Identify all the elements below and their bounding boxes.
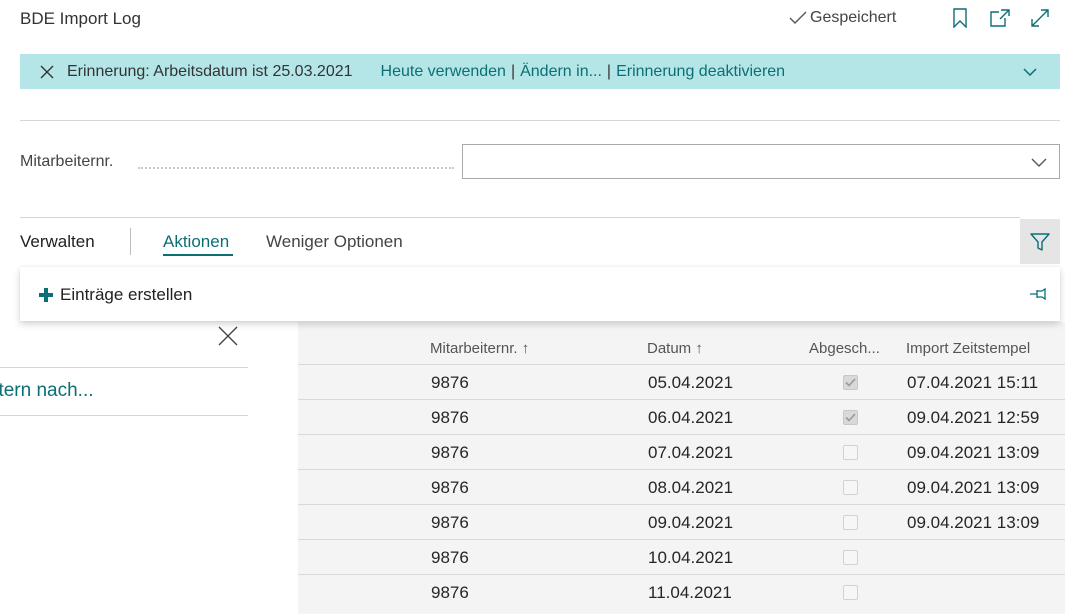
column-header-abgeschlossen[interactable]: Abgesch... <box>809 340 880 357</box>
completed-checkbox[interactable] <box>843 375 858 390</box>
cell-mitarbeiternr: 9876 <box>431 513 469 532</box>
filter-icon[interactable] <box>1020 219 1060 264</box>
table-row[interactable]: 9876 08.04.2021 09.04.2021 13:09 <box>298 469 1065 504</box>
table-row[interactable]: 9876 10.04.2021 <box>298 539 1065 574</box>
cell-mitarbeiternr: 9876 <box>431 583 469 602</box>
create-entries-label: Einträge erstellen <box>60 285 193 304</box>
tab-manage[interactable]: Verwalten <box>20 232 95 252</box>
close-filter-pane-icon[interactable] <box>214 322 242 350</box>
page-title: BDE Import Log <box>20 9 141 28</box>
close-icon[interactable] <box>35 60 59 84</box>
sort-ascending-icon: ↑ <box>521 340 530 357</box>
import-log-grid: Mitarbeiternr. ↑ Datum ↑ Abgesch... Impo… <box>298 322 1065 614</box>
cell-mitarbeiternr: 9876 <box>431 373 469 392</box>
cell-mitarbeiternr: 9876 <box>431 408 469 427</box>
cell-datum: 07.04.2021 <box>648 443 734 462</box>
expand-icon[interactable] <box>1028 6 1052 30</box>
plus-icon <box>39 288 53 302</box>
create-entries-action[interactable]: Einträge erstellen <box>38 285 192 305</box>
table-row[interactable]: 9876 07.04.2021 09.04.2021 13:09 <box>298 434 1065 469</box>
cell-datum: 11.04.2021 <box>648 583 732 602</box>
label-leader-dots <box>138 167 454 169</box>
column-header-mitarbeiternr[interactable]: Mitarbeiternr. ↑ <box>430 340 529 357</box>
fewer-options-button[interactable]: Weniger Optionen <box>266 232 403 252</box>
table-row[interactable]: 9876 09.04.2021 09.04.2021 13:09 <box>298 504 1065 539</box>
link-separator: | <box>510 62 516 80</box>
divider <box>20 120 1060 121</box>
cell-datum: 08.04.2021 <box>648 478 734 497</box>
disable-reminder-link[interactable]: Erinnerung deaktivieren <box>616 63 785 81</box>
cell-import-zeitstempel: 09.04.2021 12:59 <box>907 408 1040 427</box>
cell-mitarbeiternr: 9876 <box>431 548 469 567</box>
table-row[interactable]: 9876 11.04.2021 <box>298 574 1065 609</box>
cell-datum: 09.04.2021 <box>648 513 734 532</box>
chevron-down-icon <box>1027 150 1051 174</box>
open-new-window-icon[interactable] <box>988 6 1012 30</box>
cell-mitarbeiternr: 9876 <box>431 443 469 462</box>
use-today-link[interactable]: Heute verwenden <box>381 63 506 81</box>
column-header-label: Datum <box>647 340 692 357</box>
completed-checkbox[interactable] <box>843 515 858 530</box>
divider <box>0 367 248 368</box>
cell-mitarbeiternr: 9876 <box>431 478 469 497</box>
completed-checkbox[interactable] <box>843 585 858 600</box>
tab-actions[interactable]: Aktionen <box>163 232 229 252</box>
cell-datum: 05.04.2021 <box>648 373 734 392</box>
table-row[interactable]: 9876 06.04.2021 09.04.2021 12:59 <box>298 399 1065 434</box>
filter-by-link[interactable]: iltern nach... <box>0 380 94 402</box>
active-tab-indicator <box>163 254 233 256</box>
cell-import-zeitstempel: 09.04.2021 13:09 <box>907 443 1040 462</box>
action-separator <box>130 228 131 255</box>
divider <box>0 415 248 416</box>
bookmark-icon[interactable] <box>948 6 972 30</box>
pin-icon[interactable] <box>1028 283 1052 305</box>
checkmark-icon <box>789 11 807 24</box>
column-header-datum[interactable]: Datum ↑ <box>647 340 703 357</box>
reminder-banner: Erinnerung: Arbeitsdatum ist 25.03.2021 … <box>20 54 1060 89</box>
completed-checkbox[interactable] <box>843 550 858 565</box>
divider <box>20 217 1020 218</box>
saved-label: Gespeichert <box>810 9 897 26</box>
change-to-link[interactable]: Ändern in... <box>520 63 602 81</box>
employee-number-select[interactable] <box>462 144 1060 179</box>
completed-checkbox[interactable] <box>843 445 858 460</box>
cell-datum: 06.04.2021 <box>648 408 734 427</box>
cell-import-zeitstempel: 09.04.2021 13:09 <box>907 478 1040 497</box>
sort-ascending-icon: ↑ <box>695 340 703 357</box>
cell-import-zeitstempel: 07.04.2021 15:11 <box>907 373 1039 392</box>
saved-status: Gespeichert <box>789 9 896 27</box>
employee-number-label: Mitarbeiternr. <box>20 153 114 170</box>
checkmark-icon <box>845 413 856 422</box>
cell-import-zeitstempel: 09.04.2021 13:09 <box>907 513 1040 532</box>
checkmark-icon <box>845 378 856 387</box>
link-separator: | <box>606 62 612 80</box>
chevron-down-icon[interactable] <box>1018 60 1042 84</box>
completed-checkbox[interactable] <box>843 480 858 495</box>
column-header-label: Mitarbeiternr. <box>430 340 518 357</box>
table-row[interactable]: 9876 05.04.2021 07.04.2021 15:11 <box>298 364 1065 399</box>
reminder-text: Erinnerung: Arbeitsdatum ist 25.03.2021 <box>67 62 353 80</box>
actions-dropdown: Einträge erstellen <box>20 267 1060 321</box>
cell-datum: 10.04.2021 <box>648 548 734 567</box>
column-header-import-zeitstempel[interactable]: Import Zeitstempel <box>906 340 1030 357</box>
completed-checkbox[interactable] <box>843 410 858 425</box>
